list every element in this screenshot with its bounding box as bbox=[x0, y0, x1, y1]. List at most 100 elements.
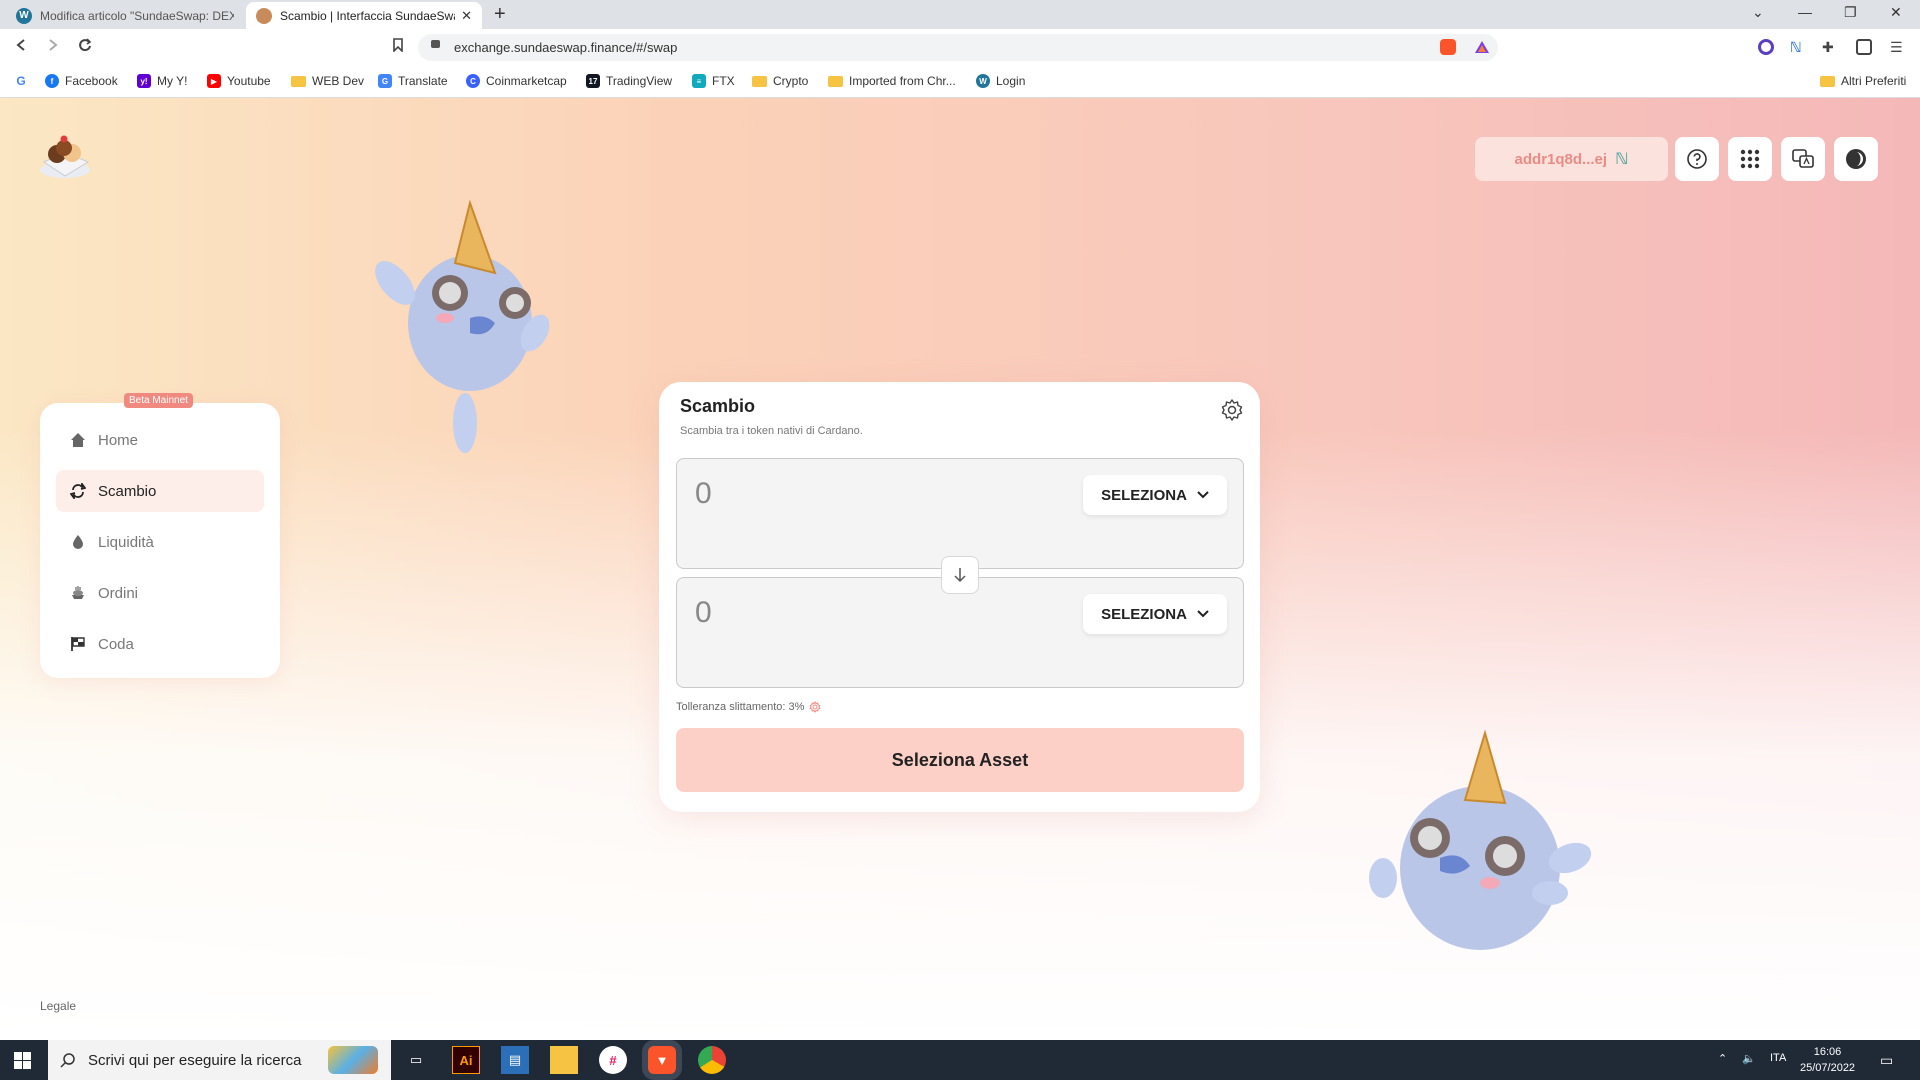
clock-time: 16:06 bbox=[1813, 1046, 1842, 1058]
notifications-icon[interactable]: ▭ bbox=[1880, 1052, 1893, 1069]
bookmark-imported[interactable]: Imported from Chr... bbox=[828, 74, 956, 88]
bookmark-my-yahoo[interactable]: y! My Y! bbox=[137, 74, 187, 88]
illustrator-icon[interactable]: Ai bbox=[452, 1046, 480, 1074]
forward-icon[interactable] bbox=[46, 38, 60, 57]
restore-icon[interactable]: ❐ bbox=[1844, 4, 1857, 21]
control-panel-icon[interactable]: ▤ bbox=[501, 1046, 529, 1074]
apps-button[interactable] bbox=[1728, 137, 1772, 181]
gear-icon[interactable] bbox=[1220, 398, 1244, 422]
sidebar-item-home[interactable]: Home bbox=[56, 419, 264, 461]
sidebar-nav: Beta Mainnet Home Scambio Liquidità Ordi… bbox=[40, 393, 280, 678]
sidebar-item-label: Home bbox=[98, 431, 139, 449]
sidebar-item-liquidita[interactable]: Liquidità bbox=[56, 521, 264, 563]
sidebar-item-label: Coda bbox=[98, 635, 134, 653]
close-icon[interactable]: ✕ bbox=[461, 8, 472, 24]
language-button[interactable] bbox=[1781, 137, 1825, 181]
from-amount-input[interactable]: 0 bbox=[695, 477, 712, 511]
translate-icon: G bbox=[378, 74, 392, 88]
bookmark-other[interactable]: Altri Preferiti bbox=[1820, 74, 1906, 88]
chevron-up-icon[interactable]: ⌃ bbox=[1718, 1052, 1727, 1065]
from-token-select-button[interactable]: SELEZIONA bbox=[1083, 475, 1227, 515]
bookmark-crypto[interactable]: Crypto bbox=[752, 74, 808, 88]
legal-link[interactable]: Legale bbox=[40, 999, 76, 1013]
swap-icon bbox=[70, 483, 86, 499]
swap-title: Scambio bbox=[680, 396, 756, 416]
system-clock[interactable]: 16:06 25/07/2022 bbox=[1800, 1044, 1855, 1076]
bookmark-web-dev[interactable]: WEB Dev bbox=[291, 74, 364, 88]
from-token-field[interactable]: 0 SELEZIONA bbox=[676, 458, 1244, 569]
sundaeswap-logo[interactable] bbox=[38, 132, 92, 182]
droplet-icon bbox=[73, 535, 83, 549]
wallet-address: addr1q8d...ej bbox=[1514, 150, 1608, 168]
tradingview-icon: 17 bbox=[586, 74, 600, 88]
theme-toggle-button[interactable] bbox=[1834, 137, 1878, 181]
select-asset-button[interactable]: Seleziona Asset bbox=[676, 728, 1244, 792]
language-indicator[interactable]: ITA bbox=[1770, 1052, 1786, 1064]
wallet-icon[interactable] bbox=[1856, 39, 1872, 55]
bookmark-login[interactable]: W Login bbox=[976, 74, 1025, 88]
new-tab-icon[interactable]: + bbox=[494, 3, 506, 26]
search-placeholder: Scrivi qui per eseguire la ricerca bbox=[88, 1052, 302, 1069]
taskbar-search-box[interactable]: Scrivi qui per eseguire la ricerca bbox=[48, 1040, 391, 1080]
sidebar-item-label: Liquidità bbox=[98, 533, 154, 551]
yahoo-icon: y! bbox=[137, 74, 151, 88]
folder-icon bbox=[752, 75, 767, 87]
bookmark-tradingview[interactable]: 17 TradingView bbox=[586, 74, 672, 88]
search-icon bbox=[60, 1053, 75, 1068]
google-icon[interactable]: G bbox=[14, 74, 34, 88]
brave-icon[interactable]: ▼ bbox=[648, 1046, 676, 1074]
to-amount-input[interactable]: 0 bbox=[695, 596, 712, 630]
brave-shield-icon[interactable] bbox=[1440, 39, 1456, 55]
file-explorer-icon[interactable] bbox=[550, 1046, 578, 1074]
speaker-icon[interactable]: 🔈 bbox=[1742, 1052, 1756, 1065]
bookmark-coinmarketcap[interactable]: C Coinmarketcap bbox=[466, 74, 567, 88]
windows-taskbar: Scrivi qui per eseguire la ricerca ▭ Ai … bbox=[0, 1040, 1920, 1080]
beta-badge: Beta Mainnet bbox=[124, 393, 193, 408]
bookmark-ftx[interactable]: ≡ FTX bbox=[692, 74, 735, 88]
sidebar-item-ordini[interactable]: Ordini bbox=[56, 572, 264, 614]
chrome-icon[interactable] bbox=[698, 1046, 726, 1074]
tab-title: Scambio | Interfaccia SundaeSwap bbox=[280, 8, 456, 23]
tab-sundaeswap[interactable]: Scambio | Interfaccia SundaeSwap ✕ bbox=[246, 2, 482, 29]
tab-title: Modifica articolo "SundaeSwap: DEX s bbox=[40, 8, 234, 23]
close-window-icon[interactable]: ✕ bbox=[1890, 4, 1902, 21]
wordpress-icon: W bbox=[976, 74, 990, 88]
reload-icon[interactable] bbox=[78, 38, 92, 57]
sundae-icon bbox=[256, 7, 272, 24]
bookmark-translate[interactable]: G Translate bbox=[378, 74, 448, 88]
bookmark-facebook[interactable]: f Facebook bbox=[45, 74, 118, 88]
to-token-select-button[interactable]: SELEZIONA bbox=[1083, 594, 1227, 634]
sundaeswap-page: addr1q8d...ej ℕ Beta Mainnet Home Scambi… bbox=[0, 98, 1920, 1040]
sidebar-item-label: Scambio bbox=[98, 482, 157, 500]
slippage-tolerance[interactable]: Tolleranza slittamento: 3% bbox=[676, 701, 821, 713]
help-button[interactable] bbox=[1675, 137, 1719, 181]
extensions-puzzle-icon[interactable]: ✚ bbox=[1822, 39, 1838, 55]
extension-circle-icon[interactable] bbox=[1758, 39, 1774, 55]
sidebar-item-coda[interactable]: Coda bbox=[56, 623, 264, 665]
address-bar[interactable]: exchange.sundaeswap.finance/#/swap bbox=[418, 34, 1498, 61]
bookmark-icon[interactable] bbox=[392, 38, 404, 57]
gear-icon[interactable] bbox=[809, 701, 821, 713]
brave-rewards-icon[interactable] bbox=[1474, 39, 1490, 55]
search-highlight-icon bbox=[328, 1046, 378, 1074]
nami-wallet-icon[interactable]: ℕ bbox=[1790, 39, 1806, 55]
ftx-icon: ≡ bbox=[692, 74, 706, 88]
task-view-icon[interactable]: ▭ bbox=[402, 1046, 430, 1074]
windows-start-icon[interactable] bbox=[14, 1052, 31, 1069]
coinmarketcap-icon: C bbox=[466, 74, 480, 88]
folder-icon bbox=[1820, 75, 1835, 87]
bookmark-youtube[interactable]: ▶ Youtube bbox=[207, 74, 271, 88]
bookmarks-bar: G f Facebook y! My Y! ▶ Youtube WEB Dev G Tr… bbox=[0, 66, 1920, 98]
chevron-down-icon bbox=[1197, 610, 1209, 618]
lock-icon bbox=[431, 40, 440, 48]
wallet-address-button[interactable]: addr1q8d...ej ℕ bbox=[1475, 137, 1668, 181]
swap-direction-button[interactable] bbox=[941, 556, 979, 594]
minimize-icon[interactable]: — bbox=[1798, 4, 1812, 20]
tab-search-icon[interactable]: ⌄ bbox=[1752, 4, 1764, 21]
sidebar-item-scambio[interactable]: Scambio bbox=[56, 470, 264, 512]
slack-icon[interactable]: # bbox=[599, 1046, 627, 1074]
tab-wordpress[interactable]: W Modifica articolo "SundaeSwap: DEX s bbox=[6, 2, 244, 29]
menu-icon[interactable]: ☰ bbox=[1890, 39, 1906, 55]
back-icon[interactable] bbox=[14, 38, 28, 57]
orders-icon bbox=[72, 586, 84, 599]
